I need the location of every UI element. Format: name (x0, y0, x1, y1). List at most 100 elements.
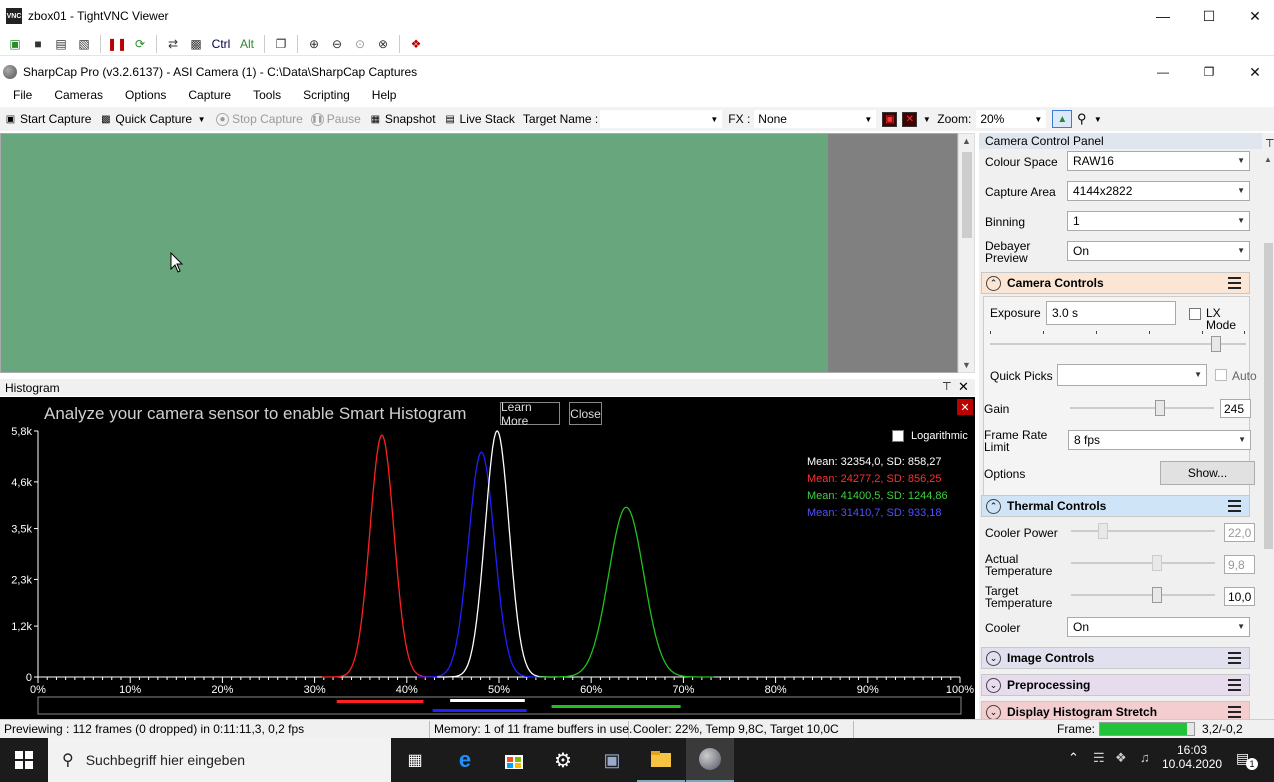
hamburger-menu-icon[interactable] (1228, 706, 1241, 718)
pause-button[interactable]: ❚❚ Pause (307, 112, 365, 126)
quick-capture-button[interactable]: ▩ Quick Capture ▼ (95, 112, 212, 126)
dropbox-icon[interactable]: ❖ (1115, 750, 1127, 766)
auto-exposure-checkbox[interactable] (1215, 369, 1227, 381)
exposure-slider-thumb[interactable] (1211, 336, 1221, 352)
target-temp-slider-track[interactable] (1071, 594, 1215, 596)
chevron-down-icon[interactable]: ⌄ (986, 704, 1001, 719)
pin-icon[interactable]: ⊤ (1265, 137, 1274, 150)
analysis-button[interactable]: ⚲ ▼ (1072, 111, 1104, 126)
capture-area-select[interactable]: 4144x2822 ▼ (1067, 181, 1250, 201)
hamburger-menu-icon[interactable] (1228, 277, 1241, 289)
overlay-button[interactable]: ▣ (882, 111, 898, 127)
thermal-controls-header[interactable]: ⌃ Thermal Controls (981, 495, 1250, 517)
ctrl-key-button[interactable]: Ctrl (210, 35, 232, 53)
file-transfer-icon[interactable]: ▩ (187, 35, 205, 53)
preview-scrollbar[interactable]: ▲ ▼ (958, 133, 975, 373)
hamburger-menu-icon[interactable] (1228, 500, 1241, 512)
fx-select[interactable]: None ▼ (754, 110, 877, 128)
show-options-button[interactable]: Show... (1160, 461, 1255, 485)
gain-input[interactable]: 245 (1220, 399, 1251, 418)
app-minimize-button[interactable]: — (1140, 60, 1186, 84)
options-icon[interactable]: ▤ (52, 35, 70, 53)
taskbar-clock[interactable]: 16:03 10.04.2020 (1162, 743, 1222, 771)
gain-slider-thumb[interactable] (1155, 400, 1165, 416)
notification-center-icon[interactable]: ▤ 1 (1236, 750, 1258, 770)
zoom-out-icon[interactable]: ⊖ (328, 35, 346, 53)
menu-capture[interactable]: Capture (175, 88, 240, 102)
app-restore-button[interactable]: ❐ (1186, 60, 1232, 84)
frame-rate-select[interactable]: 8 fps ▼ (1068, 430, 1251, 450)
zoom-fit-icon[interactable]: ⊗ (374, 35, 392, 53)
vnc-close-button[interactable]: ✕ (1232, 0, 1274, 32)
info-icon[interactable]: ▧ (75, 35, 93, 53)
live-stack-button[interactable]: ▤ Live Stack (440, 112, 519, 126)
menu-tools[interactable]: Tools (240, 88, 290, 102)
show-hidden-icons[interactable]: ⌃ (1068, 750, 1079, 766)
binning-select[interactable]: 1 ▼ (1067, 211, 1250, 231)
camera-app-icon[interactable]: ▣ (588, 738, 636, 782)
close-icon[interactable]: ✕ (958, 379, 969, 395)
stop-capture-button[interactable]: ● Stop Capture (212, 112, 307, 126)
quick-picks-select[interactable]: ▼ (1057, 364, 1207, 386)
hamburger-menu-icon[interactable] (1228, 652, 1241, 664)
fullscreen-icon[interactable]: ❖ (407, 35, 425, 53)
menu-file[interactable]: File (0, 88, 41, 102)
menu-cameras[interactable]: Cameras (41, 88, 112, 102)
debayer-preview-select[interactable]: On ▼ (1067, 241, 1250, 261)
chevron-down-icon[interactable]: ⌄ (986, 677, 1001, 693)
chevron-down-icon[interactable]: ⌄ (986, 650, 1001, 666)
settings-gear-icon[interactable]: ⚙ (539, 738, 587, 782)
histogram-panel[interactable]: Analyze your camera sensor to enable Sma… (0, 397, 975, 719)
target-temp-slider-thumb[interactable] (1152, 587, 1162, 603)
scroll-down-icon[interactable]: ▼ (962, 360, 971, 370)
exposure-slider-track[interactable] (990, 343, 1246, 345)
refresh-icon[interactable]: ⟳ (131, 35, 149, 53)
edge-browser-icon[interactable]: e (441, 738, 489, 782)
display-histogram-stretch-header[interactable]: ⌄ Display Histogram Stretch (981, 701, 1250, 719)
transfer-icon[interactable]: ⇄ (164, 35, 182, 53)
app-close-button[interactable]: ✕ (1232, 60, 1274, 84)
scroll-up-icon[interactable]: ▲ (1264, 155, 1272, 164)
menu-help[interactable]: Help (359, 88, 406, 102)
snapshot-button[interactable]: ▦ Snapshot (365, 112, 440, 126)
scrollbar-thumb[interactable] (1264, 243, 1273, 549)
hamburger-menu-icon[interactable] (1228, 679, 1241, 691)
preprocessing-header[interactable]: ⌄ Preprocessing (981, 674, 1250, 696)
new-connection-icon[interactable]: ▣ (6, 35, 24, 53)
file-explorer-icon[interactable] (637, 738, 685, 782)
pin-icon[interactable]: ⊤ (942, 380, 952, 393)
target-name-input[interactable]: ▼ (600, 110, 723, 128)
scrollbar-thumb[interactable] (962, 152, 972, 238)
camera-controls-header[interactable]: ⌃ Camera Controls (981, 272, 1250, 294)
volume-icon[interactable]: ♫ (1140, 750, 1150, 765)
taskbar-search-box[interactable]: ⚲ Suchbegriff hier eingeben (48, 738, 391, 782)
zoom-in-icon[interactable]: ⊕ (305, 35, 323, 53)
zoom-reset-icon[interactable]: ⊙ (351, 35, 369, 53)
chevron-down-icon[interactable]: ▼ (195, 113, 208, 126)
camera-preview[interactable] (0, 133, 958, 373)
copy-icon[interactable]: ❐ (272, 35, 290, 53)
chevron-up-icon[interactable]: ⌃ (986, 275, 1001, 291)
cooler-select[interactable]: On ▼ (1067, 617, 1250, 637)
pause-icon[interactable]: ❚❚ (107, 35, 127, 53)
ccp-scrollbar[interactable]: ⊤ ▲ (1262, 133, 1274, 719)
histogram-chart[interactable]: 0 1,2k 2,3k 3,5k 4,6k 5,8k 0% 10% 20% 30% 40% 50% 60… (0, 397, 975, 719)
colour-space-select[interactable]: RAW16 ▼ (1067, 151, 1250, 171)
network-icon[interactable]: ☴ (1093, 750, 1105, 766)
chevron-up-icon[interactable]: ⌃ (986, 498, 1001, 514)
start-capture-button[interactable]: ▣ Start Capture (0, 112, 95, 126)
menu-scripting[interactable]: Scripting (290, 88, 359, 102)
image-controls-header[interactable]: ⌄ Image Controls (981, 647, 1250, 669)
sharpcap-taskbar-icon[interactable] (686, 738, 734, 782)
preview-image[interactable] (1, 134, 828, 372)
scroll-up-icon[interactable]: ▲ (962, 136, 971, 146)
lx-mode-checkbox[interactable] (1189, 308, 1201, 320)
exposure-input[interactable]: 3.0 s (1046, 301, 1176, 325)
windows-start-icon[interactable] (0, 738, 48, 782)
save-icon[interactable]: ■ (29, 35, 47, 53)
histogram-toggle-button[interactable]: ▲ (1052, 110, 1073, 128)
task-view-icon[interactable]: ▦ (391, 738, 439, 782)
vnc-maximize-button[interactable]: ☐ (1186, 0, 1232, 32)
target-temperature-input[interactable]: 10,0 (1224, 587, 1255, 606)
menu-options[interactable]: Options (112, 88, 175, 102)
